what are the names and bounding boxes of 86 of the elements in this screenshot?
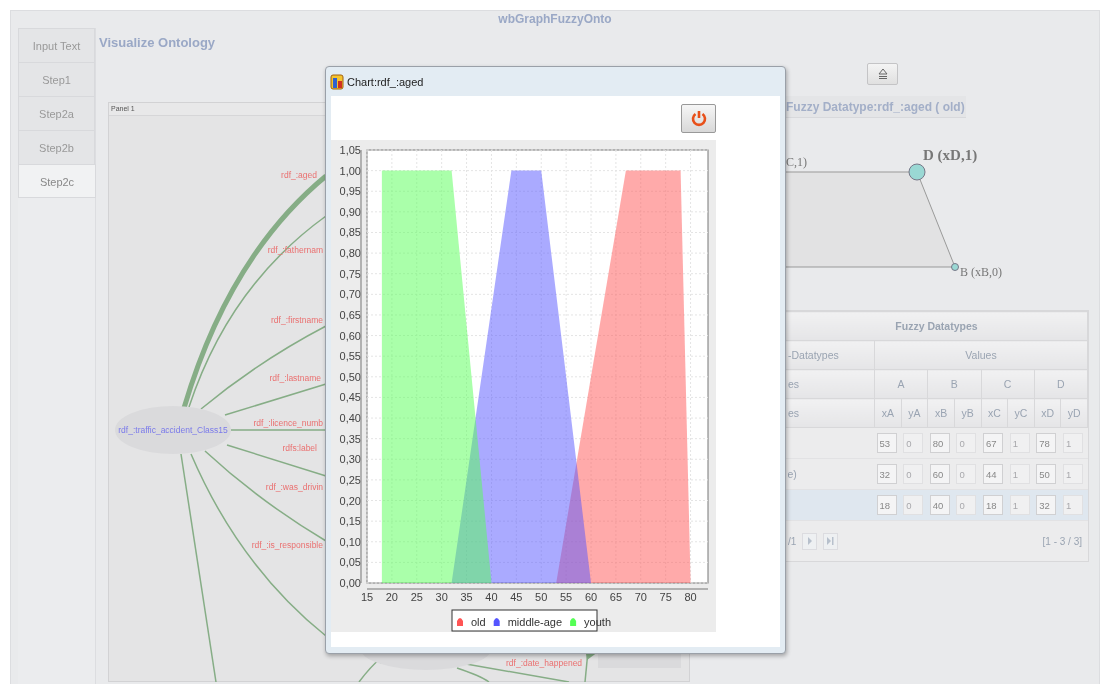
input-field[interactable]: 80 — [929, 433, 950, 453]
input-field[interactable]: 40 — [929, 495, 950, 515]
tick-label: 0,45 — [339, 391, 361, 404]
tick-label: 20 — [385, 591, 398, 603]
input-field[interactable]: 32 — [876, 464, 897, 484]
edge-label: rdf_:firstname — [271, 315, 323, 325]
tick-label: 0,70 — [339, 288, 361, 301]
tick-label: 70 — [634, 591, 647, 603]
close-button[interactable] — [681, 103, 716, 133]
tick-label: 80 — [684, 591, 697, 603]
input-field[interactable]: 53 — [876, 433, 897, 453]
tick-label: 0,05 — [339, 556, 361, 569]
tick-label: 0,30 — [339, 453, 361, 466]
tick-label: 0,10 — [339, 535, 361, 548]
tick-label: 50 — [535, 591, 548, 603]
tick-label: 0,60 — [339, 329, 361, 342]
tick-label: 0,50 — [339, 370, 361, 383]
tick-label: 0,20 — [339, 494, 361, 507]
tick-label: 45 — [510, 591, 523, 603]
tick-label: 1,05 — [339, 144, 361, 156]
point-label: D (xD,1) — [923, 147, 978, 163]
input-field[interactable]: 60 — [929, 464, 950, 484]
tick-label: 0,95 — [339, 185, 361, 198]
tick-label: 30 — [435, 591, 448, 603]
tick-label: 25 — [410, 591, 423, 603]
eject-icon — [876, 68, 889, 80]
tick-label: 65 — [609, 591, 623, 603]
power-icon — [690, 109, 707, 127]
column-header: es — [785, 369, 875, 399]
legend-label: middle-age — [507, 616, 563, 628]
input-field[interactable]: 18 — [876, 495, 897, 515]
point-label: C,1) — [786, 155, 807, 169]
page-count: /1 — [788, 535, 797, 547]
edge-label: rdf_:aged — [281, 170, 317, 180]
dialog-title: Chart:rdf_:aged — [347, 75, 424, 88]
tick-label: 0,35 — [339, 432, 361, 445]
column-header: -Datatypes — [785, 340, 875, 370]
input-field[interactable]: 18 — [983, 495, 1003, 515]
datatype-heading: Fuzzy Datatype:rdf_:aged ( old) — [786, 96, 966, 118]
tick-label: 60 — [584, 591, 598, 603]
tick-label: 0,15 — [339, 515, 361, 528]
input-field[interactable]: 67 — [983, 433, 1003, 453]
legend-label: youth — [584, 616, 612, 628]
tick-label: 0,00 — [339, 577, 361, 589]
tick-label: 55 — [560, 591, 573, 603]
tick-label: 35 — [460, 591, 473, 603]
input-field[interactable]: 44 — [983, 464, 1003, 484]
tab[interactable]: Step2a — [18, 96, 95, 130]
tick-label: 0,75 — [339, 267, 361, 280]
edge-label: rdf_:date_happened — [506, 658, 583, 668]
toolbar-button[interactable] — [867, 63, 898, 85]
tick-label: 15 — [360, 591, 374, 603]
edge-label: rdf_:is_responsible — [251, 540, 323, 550]
record-range: [1 - 3 / 3] — [1042, 535, 1082, 547]
tick-label: 0,40 — [339, 412, 361, 425]
node-label: rdf_:traffic_accident_Class15 — [118, 425, 228, 435]
column-header: Values — [874, 340, 1088, 370]
tab[interactable]: Input Text — [18, 28, 95, 62]
edge-label: rdfs:label — [282, 443, 317, 453]
tick-label: 0,55 — [339, 350, 361, 363]
input-field[interactable]: 78 — [1036, 433, 1057, 453]
tab[interactable]: Step2c — [18, 164, 96, 198]
tab[interactable]: Step2b — [18, 130, 95, 164]
tick-label: 0,80 — [339, 247, 361, 260]
tick-label: 0,25 — [339, 473, 361, 486]
input-field[interactable]: 50 — [1036, 464, 1057, 484]
point-label: B (xB,0) — [960, 265, 1002, 279]
tick-label: 75 — [659, 591, 672, 603]
app-icon — [330, 73, 344, 90]
tab[interactable]: Step1 — [18, 62, 95, 96]
next-icon — [806, 537, 813, 545]
last-page-icon — [827, 537, 835, 545]
column-header: es — [785, 398, 875, 428]
edge-label: rdf_:lastname — [269, 373, 321, 383]
tick-label: 40 — [485, 591, 498, 603]
page-title: Visualize Ontology — [99, 35, 216, 50]
legend-label: old — [471, 616, 486, 628]
input-field[interactable]: 32 — [1036, 495, 1057, 515]
tick-label: 1,00 — [339, 164, 361, 177]
app-title: wbGraphFuzzyOnto — [497, 11, 613, 28]
tick-label: 0,65 — [339, 308, 361, 321]
edge-label: rdf_:was_drivin — [265, 482, 323, 492]
edge-label: rdf_:licence_numb — [253, 418, 323, 428]
table-title: Fuzzy Datatypes — [785, 311, 1088, 341]
tick-label: 0,85 — [339, 226, 361, 239]
tick-label: 0,90 — [339, 205, 361, 218]
